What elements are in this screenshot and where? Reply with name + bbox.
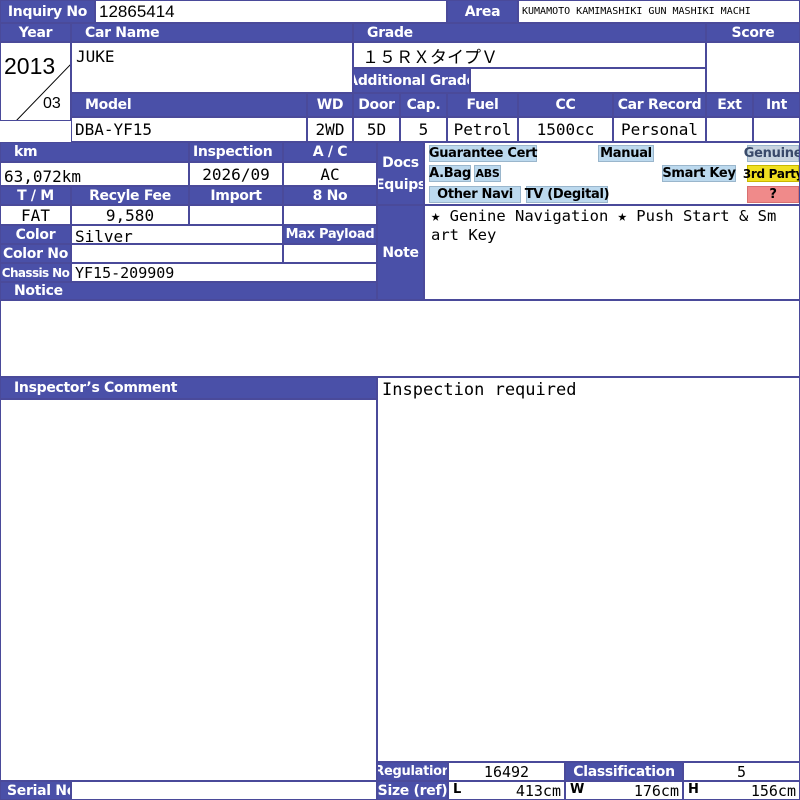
cap-value: 5 <box>400 117 447 142</box>
size-h-value: 156cm <box>750 781 796 800</box>
inspectors-comment-left <box>0 399 377 781</box>
color-no-label: Color No <box>0 244 71 263</box>
tv-badge: TV (Degital) <box>524 186 610 203</box>
size-h-cell: H 156cm <box>683 781 800 800</box>
grade-value: １５ＲＸタイプＶ <box>353 42 706 68</box>
cc-label: CC <box>518 93 613 117</box>
import-label: Import <box>189 186 283 205</box>
unknown-badge: ? <box>747 186 799 203</box>
recycle-fee-label: Recyle Fee <box>71 186 189 205</box>
cc-value: 1500cc <box>518 117 613 142</box>
ac-value: AC <box>283 162 377 186</box>
tm-value: FAT <box>0 205 71 225</box>
abs-badge: ABS <box>474 165 501 182</box>
additional-grade-label: Additional Grade <box>353 68 470 93</box>
km-value: 63,072km <box>0 162 189 186</box>
size-w-cell: W 176cm <box>565 781 683 800</box>
equips-label: Equips <box>377 176 424 193</box>
model-label: Model <box>71 93 307 117</box>
note-cell: ★ Genine Navigation ★ Push Start & Smart… <box>424 205 800 300</box>
color-value: Silver <box>71 225 283 244</box>
car-record-value: Personal <box>613 117 706 142</box>
area-label: Area <box>447 0 518 23</box>
car-name-label: Car Name <box>71 23 353 42</box>
import-value <box>189 205 283 225</box>
inspection-value: 2026/09 <box>189 162 283 186</box>
other-navi-badge: Other Navi <box>429 186 521 203</box>
chassis-no-label: Chassis No <box>0 263 71 282</box>
int-label: Int <box>753 93 800 117</box>
inspection-label: Inspection <box>189 142 283 162</box>
size-l-label: L <box>453 782 462 797</box>
door-label: Door <box>353 93 400 117</box>
a-bag-badge: A.Bag <box>429 165 471 182</box>
size-ref-label: Size (ref) <box>377 781 448 800</box>
inquiry-no-value: 12865414 <box>95 0 447 23</box>
size-w-value: 176cm <box>633 781 679 800</box>
inspectors-comment-right: Inspection required <box>377 377 800 762</box>
year-cell: 2013 03 <box>0 42 71 121</box>
guarantee-cert-badge: Guarantee Cert <box>428 145 538 162</box>
area-value: KUMAMOTO KAMIMASHIKI GUN MASHIKI MACHI <box>518 0 800 23</box>
notice-label: Notice <box>0 282 377 300</box>
fuel-label: Fuel <box>447 93 518 117</box>
wd-value: 2WD <box>307 117 353 142</box>
ext-value <box>706 117 753 142</box>
note-label: Note <box>377 205 424 300</box>
serial-no-value <box>71 781 377 800</box>
notice-area <box>0 300 800 377</box>
max-payload-value <box>283 244 377 263</box>
classification-value: 5 <box>683 762 800 781</box>
max-payload-label: Max Payload <box>283 225 377 244</box>
tm-label: T / M <box>0 186 71 205</box>
km-label: km <box>0 142 189 162</box>
size-w-label: W <box>570 782 585 797</box>
year-label: Year <box>0 23 71 42</box>
serial-no-label: Serial No <box>0 781 71 800</box>
size-l-cell: L 413cm <box>448 781 565 800</box>
eight-no-label: 8 No <box>283 186 377 205</box>
door-value: 5D <box>353 117 400 142</box>
classification-label: Classification <box>565 762 683 781</box>
color-label: Color <box>0 225 71 244</box>
car-name-value: JUKE <box>76 47 115 66</box>
fuel-value: Petrol <box>447 117 518 142</box>
third-party-badge: 3rd Party <box>742 165 800 182</box>
regulation-label: Regulation <box>377 762 448 781</box>
ext-label: Ext <box>706 93 753 117</box>
cap-label: Cap. <box>400 93 447 117</box>
size-h-label: H <box>688 782 699 797</box>
grade-label: Grade <box>353 23 706 42</box>
chassis-no-value: YF15-209909 <box>71 263 377 282</box>
month-value: 03 <box>43 95 61 112</box>
docs-equips-label: Docs Equips <box>377 142 424 205</box>
car-name-cell: JUKE <box>71 42 353 93</box>
regulation-value: 16492 <box>448 762 565 781</box>
car-record-label: Car Record <box>613 93 706 117</box>
year-value: 2013 <box>4 53 56 79</box>
inspectors-comment-value: Inspection required <box>382 380 577 400</box>
smart-key-badge: Smart Key <box>662 165 736 182</box>
recycle-fee-value: 9,580 <box>71 205 189 225</box>
eight-no-value <box>283 205 377 225</box>
model-value: DBA-YF15 <box>71 117 307 142</box>
int-value <box>753 117 800 142</box>
score-value <box>706 42 800 93</box>
ac-label: A / C <box>283 142 377 162</box>
inquiry-no-label: Inquiry No <box>0 0 95 23</box>
additional-grade-value <box>470 68 706 93</box>
color-no-value <box>71 244 283 263</box>
size-l-value: 413cm <box>515 781 561 800</box>
docs-label: Docs <box>382 154 419 171</box>
equips-panel: Guarantee Cert Manual Genuine A.Bag ABS … <box>424 142 800 205</box>
score-label: Score <box>706 23 800 42</box>
wd-label: WD <box>307 93 353 117</box>
genuine-badge: Genuine <box>743 145 800 162</box>
note-value: ★ Genine Navigation ★ Push Start & Smart… <box>431 207 777 244</box>
manual-badge: Manual <box>598 145 654 162</box>
inspectors-comment-label: Inspector’s Comment <box>0 377 377 399</box>
